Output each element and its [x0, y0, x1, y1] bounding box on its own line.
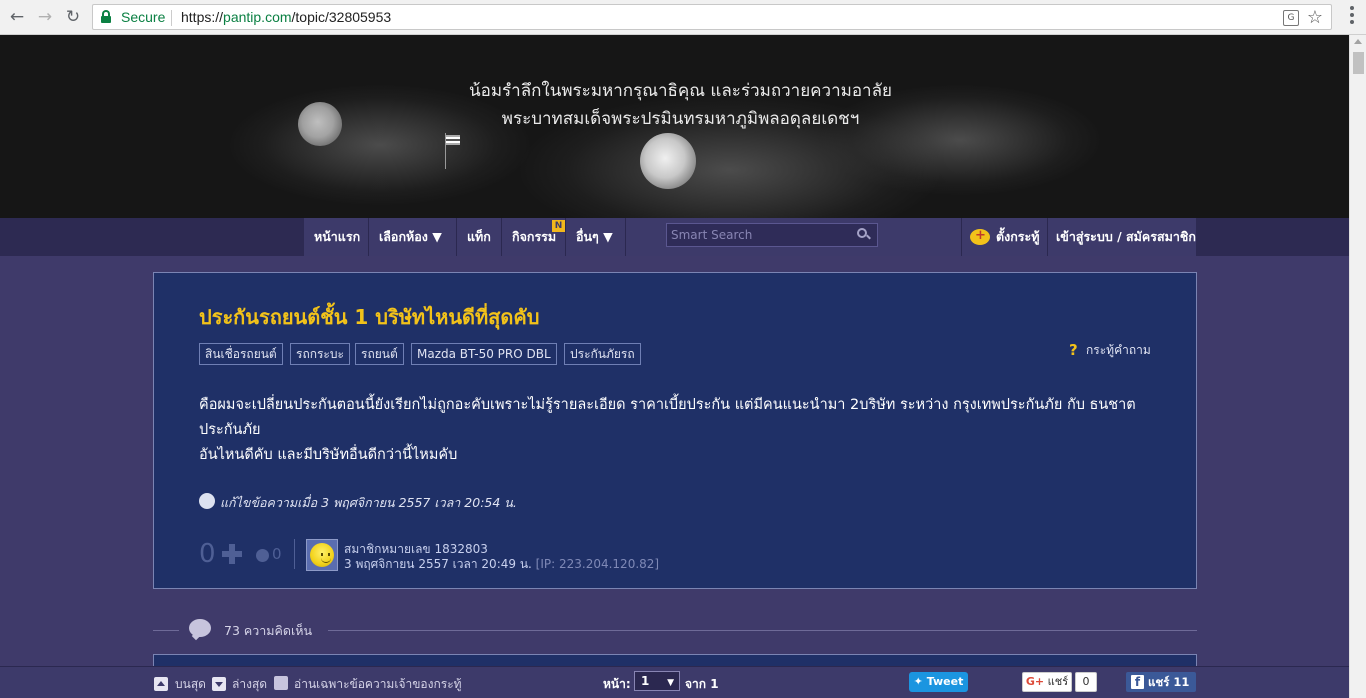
question-icon: ?	[1069, 341, 1078, 359]
nav-tags[interactable]: แท็ก	[457, 218, 502, 256]
ip-address: [IP: 223.204.120.82]	[535, 557, 660, 571]
owner-filter-icon[interactable]	[274, 676, 288, 690]
gplus-icon: G+	[1025, 675, 1045, 688]
avatar[interactable]	[306, 539, 338, 571]
forward-icon[interactable]: →	[34, 6, 56, 28]
page-label: หน้า:	[603, 677, 631, 691]
facebook-icon: f	[1131, 675, 1144, 689]
browser-toolbar: ← → ↻ Secure https://pantip.com/topic/32…	[0, 0, 1366, 35]
tweet-button[interactable]: ✦ Tweet	[909, 672, 968, 692]
emotion-icon[interactable]	[256, 549, 269, 562]
reload-icon[interactable]: ↻	[62, 6, 84, 28]
edit-note: แก้ไขข้อความเมื่อ 3 พฤศจิกายน 2557 เวลา …	[220, 495, 517, 510]
page-total: จาก 1	[685, 677, 719, 691]
topic-card: ประกันรถยนต์ชั้น 1 บริษัทไหนดีที่สุดคับ …	[153, 272, 1197, 589]
topic-tag[interactable]: Mazda BT-50 PRO DBL	[411, 343, 557, 365]
search-input[interactable]	[667, 224, 847, 246]
bookmark-star-icon[interactable]: ☆	[1307, 7, 1323, 28]
to-top-link[interactable]: บนสุด	[175, 675, 206, 694]
topic-tag[interactable]: รถยนต์	[355, 343, 404, 365]
topic-tag[interactable]: ประกันภัยรถ	[564, 343, 641, 365]
gplus-share-button[interactable]: G+ แชร์	[1022, 672, 1072, 692]
scroll-thumb[interactable]	[1353, 52, 1364, 74]
plus-vote-icon[interactable]	[222, 544, 242, 564]
translate-icon[interactable]: G	[1283, 10, 1299, 26]
smart-search[interactable]	[666, 223, 878, 247]
topic-tag[interactable]: สินเชื่อรถยนต์	[199, 343, 283, 365]
chevron-down-icon: ▼	[667, 678, 674, 688]
page-scrollbar[interactable]	[1349, 35, 1366, 698]
page-select[interactable]: 1 ▼	[634, 671, 680, 691]
url-text[interactable]: https://pantip.com/topic/32805953	[181, 9, 391, 25]
flag-icon	[446, 135, 460, 145]
browser-menu-icon[interactable]	[1350, 6, 1354, 26]
owner-only-link[interactable]: อ่านเฉพาะข้อความเจ้าของกระทู้	[294, 675, 462, 694]
site-banner: น้อมรำลึกในพระมหากรุณาธิคุณ และร่วมถวายค…	[0, 35, 1349, 218]
twitter-icon: ✦	[913, 675, 923, 688]
facebook-share-button[interactable]: f แชร์ 11	[1126, 672, 1196, 692]
nav-home[interactable]: หน้าแรก	[304, 218, 369, 256]
banner-heading-line2: พระบาทสมเด็จพระปรมินทรมหาภูมิพลอดุลยเดชฯ	[501, 109, 860, 129]
moon-center-icon	[640, 133, 696, 189]
comment-count: 73 ความคิดเห็น	[224, 623, 313, 638]
login-button[interactable]: เข้าสู่ระบบ / สมัครสมาชิก	[1047, 218, 1196, 256]
emotion-count: 0	[272, 545, 282, 563]
banner-heading-line1: น้อมรำลึกในพระมหากรุณาธิคุณ และร่วมถวายค…	[469, 81, 892, 101]
address-bar[interactable]: Secure https://pantip.com/topic/32805953…	[92, 4, 1332, 30]
scroll-bottom-icon[interactable]	[212, 677, 226, 691]
topic-type-label: กระทู้คำถาม	[1086, 343, 1151, 357]
search-icon[interactable]	[857, 228, 871, 241]
new-badge: N	[552, 220, 565, 232]
lock-icon	[101, 10, 111, 23]
topic-tag[interactable]: รถกระบะ	[290, 343, 350, 365]
create-topic-button[interactable]: ตั้งกระทู้	[961, 217, 1047, 256]
vote-count: 0	[199, 539, 216, 569]
gplus-count: 0	[1075, 672, 1097, 692]
edit-history-icon	[199, 493, 215, 509]
scroll-top-icon[interactable]	[154, 677, 168, 691]
post-timestamp: 3 พฤศจิกายน 2557 เวลา 20:49 น. [IP: 223.…	[344, 557, 660, 571]
comment-bubble-icon	[189, 619, 211, 637]
nav-rooms[interactable]: เลือกห้อง ▼	[369, 218, 457, 256]
secure-label: Secure	[121, 9, 166, 25]
bottom-toolbar: บนสุด ล่างสุด อ่านเฉพาะข้อความเจ้าของกระ…	[0, 666, 1349, 698]
back-icon[interactable]: ←	[6, 6, 28, 28]
nav-more[interactable]: อื่นๆ ▼	[566, 218, 626, 256]
scroll-up-arrow-icon[interactable]	[1354, 39, 1362, 44]
to-bottom-link[interactable]: ล่างสุด	[232, 675, 267, 694]
topic-title: ประกันรถยนต์ชั้น 1 บริษัทไหนดีที่สุดคับ	[199, 305, 540, 329]
create-topic-icon	[970, 217, 990, 255]
topic-body: คือผมจะเปลี่ยนประกันตอนนี้ยังเรียกไม่ถูก…	[199, 397, 1136, 463]
